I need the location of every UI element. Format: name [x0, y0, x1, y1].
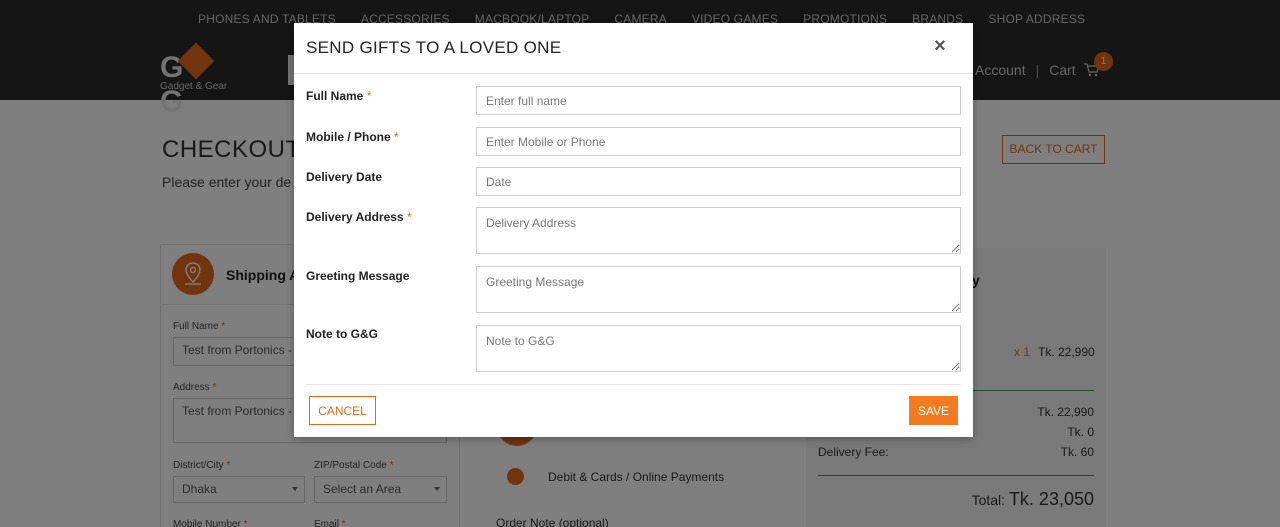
- gift-delivery-date-label: Delivery Date: [306, 170, 383, 184]
- required-mark: *: [394, 130, 399, 144]
- gift-mobile-label: Mobile / Phone *: [306, 130, 399, 144]
- gift-full-name-label: Full Name *: [306, 89, 371, 103]
- required-mark: *: [366, 89, 372, 103]
- gift-note-label: Note to G&G: [306, 327, 378, 341]
- gift-delivery-address-label: Delivery Address *: [306, 210, 412, 224]
- gift-mobile-label-text: Mobile / Phone: [306, 130, 391, 144]
- gift-greeting-label: Greeting Message: [306, 269, 410, 283]
- gift-greeting-input[interactable]: [476, 266, 961, 313]
- gift-delivery-date-input[interactable]: [476, 167, 961, 196]
- save-button[interactable]: SAVE: [909, 396, 958, 425]
- gift-full-name-label-text: Full Name: [306, 89, 364, 103]
- send-gift-modal: SEND GIFTS TO A LOVED ONE × Full Name * …: [294, 23, 973, 437]
- gift-delivery-address-input[interactable]: [476, 207, 961, 254]
- modal-footer-divider: [306, 384, 961, 385]
- modal-header: SEND GIFTS TO A LOVED ONE ×: [294, 23, 973, 74]
- gift-mobile-input[interactable]: [476, 127, 961, 156]
- required-mark: *: [406, 210, 412, 224]
- close-icon[interactable]: ×: [930, 35, 950, 57]
- gift-full-name-input[interactable]: [476, 86, 961, 115]
- gift-note-input[interactable]: [476, 325, 961, 372]
- modal-title: SEND GIFTS TO A LOVED ONE: [306, 38, 562, 57]
- cancel-button[interactable]: CANCEL: [309, 396, 376, 425]
- gift-delivery-address-label-text: Delivery Address: [306, 210, 404, 224]
